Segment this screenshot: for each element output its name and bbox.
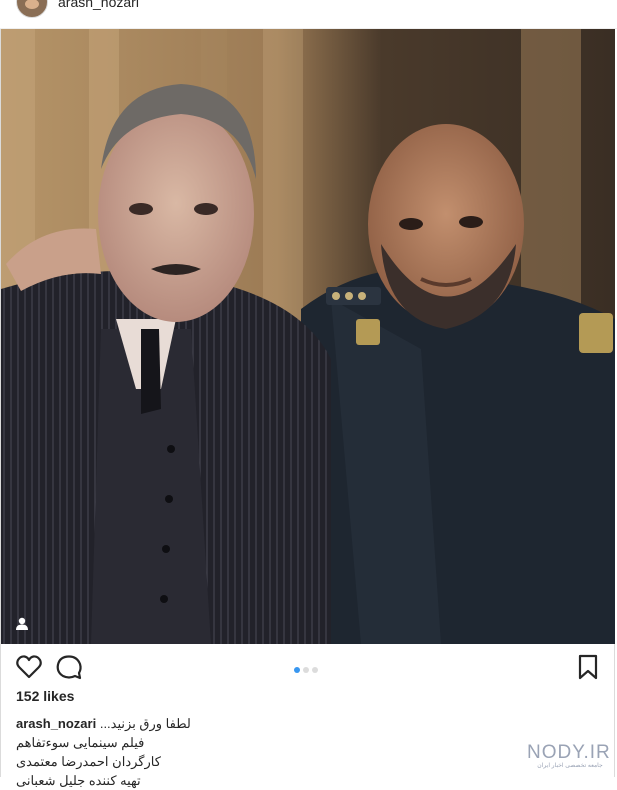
caption-line: فیلم سینمایی سوءتفاهم: [16, 735, 145, 750]
photo-illustration: [1, 29, 615, 644]
avatar[interactable]: [16, 0, 48, 18]
carousel-dot[interactable]: [303, 667, 309, 673]
post-caption: arash_nozari لطفا ورق بزنید... فیلم سینم…: [16, 714, 606, 790]
caption-first-line: arash_nozari لطفا ورق بزنید...: [16, 714, 606, 733]
caption-username[interactable]: arash_nozari: [16, 716, 96, 731]
watermark-logo: NODY.IR جامعه تخصصی اخبار ایران: [527, 742, 613, 772]
likes-count[interactable]: 152 likes: [16, 688, 74, 704]
watermark-subtext: جامعه تخصصی اخبار ایران: [537, 763, 603, 769]
caption-line: لطفا ورق بزنید...: [99, 716, 191, 731]
bookmark-icon[interactable]: [574, 653, 602, 681]
post-header: arash_nozari: [0, 0, 617, 29]
carousel-indicator: [294, 660, 321, 673]
heart-icon[interactable]: [15, 653, 43, 681]
post-photo[interactable]: [1, 29, 615, 644]
carousel-dot-active[interactable]: [294, 667, 300, 673]
caption-line: تهیه کننده جلیل شعبانی: [16, 773, 141, 788]
caption-line: کارگردان احمدرضا معتمدی: [16, 754, 161, 769]
comment-bubble-icon[interactable]: [55, 653, 83, 681]
header-username[interactable]: arash_nozari: [58, 0, 139, 10]
watermark-text: NODY.IR: [527, 742, 611, 763]
person-tag-icon[interactable]: [15, 617, 29, 631]
carousel-dot[interactable]: [312, 667, 318, 673]
